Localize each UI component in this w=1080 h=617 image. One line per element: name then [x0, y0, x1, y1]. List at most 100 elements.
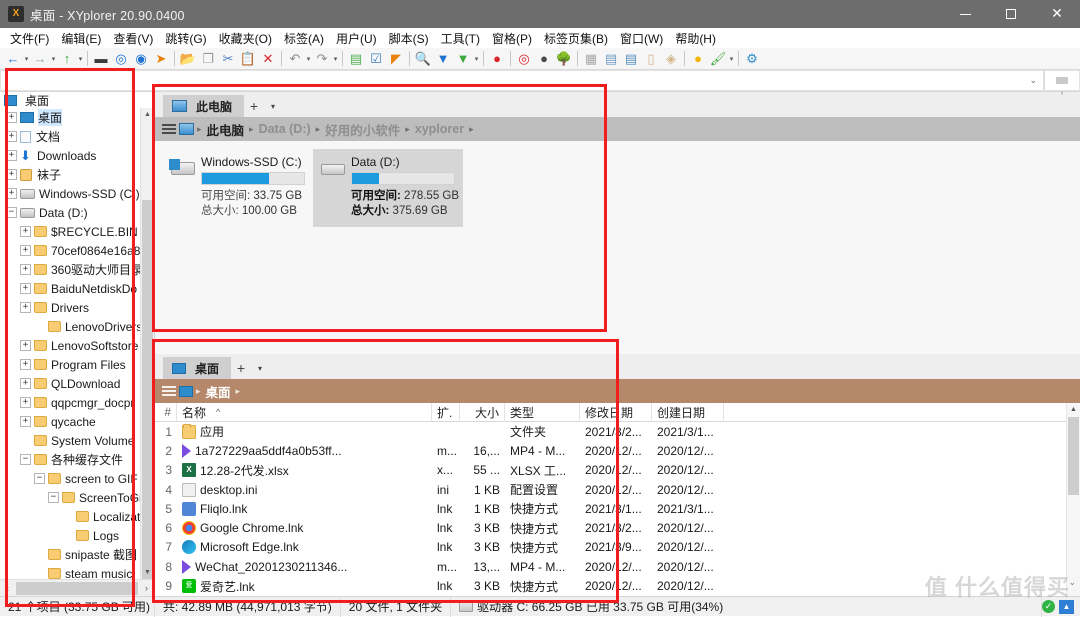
redo-icon[interactable]: ↷ [312, 49, 332, 69]
collapse-icon[interactable]: − [48, 492, 59, 503]
chevron-down-icon[interactable]: ⌄ [1029, 75, 1037, 86]
expand-icon[interactable]: + [6, 150, 17, 161]
tree-scroll-right-arrow[interactable]: › [139, 583, 154, 593]
expand-icon[interactable]: + [20, 416, 31, 427]
copy-icon[interactable]: ❐ [198, 49, 218, 69]
grid-view-icon[interactable]: ▦ [581, 49, 601, 69]
collapse-icon[interactable]: − [6, 207, 17, 218]
menu-tabsets[interactable]: 标签页集(B) [538, 28, 614, 49]
table-row[interactable]: 7Microsoft Edge.lnklnk3 KB快捷方式2021/3/9..… [155, 538, 1080, 557]
tree-item[interactable]: snipaste 截图 [0, 545, 154, 564]
highlight-icon[interactable]: ◤ [386, 49, 406, 69]
breadcrumb-item[interactable]: 桌面 [204, 382, 233, 401]
tree-hscroll-thumb[interactable] [16, 582, 138, 595]
menu-view[interactable]: 查看(V) [107, 28, 159, 49]
hamburger-icon[interactable] [162, 384, 176, 398]
filter-icon[interactable]: ▼ [433, 49, 453, 69]
table-row[interactable]: 9爱爱奇艺.lnklnk3 KB快捷方式2020/12/...2020/12/.… [155, 576, 1080, 595]
expand-icon[interactable]: + [20, 245, 31, 256]
tree-vertical-scrollbar[interactable]: ▲ ▼ [140, 108, 154, 579]
tree-scroll-left-arrow[interactable]: ‹ [0, 583, 15, 593]
breadcrumb-item[interactable]: 好用的小软件 [323, 120, 402, 139]
menu-panes[interactable]: 窗格(P) [486, 28, 538, 49]
maximize-button[interactable] [988, 0, 1034, 28]
expand-icon[interactable]: + [20, 302, 31, 313]
catalog-icon[interactable]: ◎ [514, 49, 534, 69]
tab-this-pc[interactable]: 此电脑 [163, 95, 244, 117]
menu-favorites[interactable]: 收藏夹(O) [213, 28, 278, 49]
up-dropdown-icon[interactable]: ▾ [77, 49, 84, 69]
new-folder-icon[interactable]: 📂 [178, 49, 198, 69]
breadcrumb-separator-icon[interactable]: ▸ [249, 124, 254, 135]
menu-help[interactable]: 帮助(H) [669, 28, 722, 49]
menu-user[interactable]: 用户(U) [330, 28, 383, 49]
brush-dropdown-icon[interactable]: ▾ [728, 49, 735, 69]
desktop-icon[interactable]: ▬ [91, 49, 111, 69]
tree-item[interactable]: +桌面 [0, 108, 154, 127]
column-header-ext[interactable]: 扩. [432, 403, 460, 422]
single-pane-icon[interactable]: ▯ [641, 49, 661, 69]
collapse-icon[interactable]: − [20, 454, 31, 465]
tree-scroll-thumb[interactable] [142, 200, 153, 596]
expand-icon[interactable]: + [20, 359, 31, 370]
column-header-modified[interactable]: 修改日期 [580, 403, 652, 422]
expand-icon[interactable]: + [6, 188, 17, 199]
go-icon[interactable]: ➤ [151, 49, 171, 69]
file-list-scroll-up-arrow[interactable]: ▲ [1067, 403, 1080, 416]
menu-go[interactable]: 跳转(G) [159, 28, 212, 49]
tree-icon[interactable]: 🌳 [554, 49, 574, 69]
menu-window[interactable]: 窗口(W) [614, 28, 669, 49]
drive-tile[interactable]: Windows-SSD (C:)可用空间: 33.75 GB总大小: 100.0… [163, 149, 313, 227]
column-header-name[interactable]: 名称^ [177, 403, 432, 422]
tab-menu-button[interactable]: ▾ [264, 95, 282, 117]
tree-item[interactable]: +$RECYCLE.BIN [0, 222, 154, 241]
expand-icon[interactable]: + [20, 340, 31, 351]
tree-scroll-up-arrow[interactable]: ▲ [141, 108, 154, 121]
table-row[interactable]: 8WeChat_20201230211346...m...13,...MP4 -… [155, 557, 1080, 576]
address-input[interactable]: ⌄ [0, 70, 1044, 91]
expand-icon[interactable]: + [20, 397, 31, 408]
back-icon[interactable]: ← [3, 49, 23, 69]
column-header-type[interactable]: 类型 [505, 403, 580, 422]
tree-item[interactable]: +Windows-SSD (C:) [0, 184, 154, 203]
tree-item[interactable]: +BaiduNetdiskDo [0, 279, 154, 298]
collapse-icon[interactable]: − [34, 473, 45, 484]
breadcrumb-separator-icon[interactable]: ▸ [316, 124, 321, 135]
breadcrumb-separator-icon[interactable]: ▸ [469, 124, 474, 135]
breadcrumb-item[interactable]: xyplorer [413, 122, 466, 136]
tab-desktop[interactable]: 桌面 [163, 357, 231, 379]
desktop-icon[interactable] [179, 386, 193, 397]
tree-item[interactable]: +qqpcmgr_docpr [0, 393, 154, 412]
brush-icon[interactable]: 🖌 [708, 49, 728, 69]
tree-item[interactable]: System Volume [0, 431, 154, 450]
forward-dropdown-icon[interactable]: ▾ [50, 49, 57, 69]
menu-tools[interactable]: 工具(T) [435, 28, 486, 49]
tag-icon[interactable]: ◈ [661, 49, 681, 69]
menu-scripting[interactable]: 脚本(S) [383, 28, 435, 49]
tree-item[interactable]: −ScreenToGif [0, 488, 154, 507]
search-icon[interactable]: 🔍 [413, 49, 433, 69]
expand-icon[interactable]: + [20, 226, 31, 237]
breadcrumb-separator-icon[interactable]: ▸ [405, 124, 410, 135]
table-row[interactable]: 1应用文件夹2021/3/2...2021/3/1... [155, 422, 1080, 441]
undo-icon[interactable]: ↶ [285, 49, 305, 69]
settings-icon[interactable]: ⚙ [742, 49, 762, 69]
file-list-scroll-thumb[interactable] [1068, 417, 1079, 495]
split-pane-icon[interactable]: ▤ [621, 49, 641, 69]
tree-item[interactable]: Logs [0, 526, 154, 545]
tree-item[interactable]: steam music [0, 564, 154, 579]
redo-dropdown-icon[interactable]: ▾ [332, 49, 339, 69]
expand-icon[interactable]: + [20, 378, 31, 389]
minimize-button[interactable] [942, 0, 988, 28]
tree-item[interactable]: +LenovoSoftstore [0, 336, 154, 355]
column-header-size[interactable]: 大小 [460, 403, 505, 422]
tree-item[interactable]: −screen to GIF [0, 469, 154, 488]
tab-menu-button[interactable]: ▾ [251, 357, 269, 379]
tree-item[interactable]: +Program Files [0, 355, 154, 374]
menu-tags[interactable]: 标签(A) [278, 28, 330, 49]
expand-icon[interactable]: + [6, 169, 17, 180]
hamburger-icon[interactable] [162, 122, 176, 136]
delete-icon[interactable]: ✕ [258, 49, 278, 69]
up-icon[interactable]: ↑ [57, 49, 77, 69]
menu-edit[interactable]: 编辑(E) [55, 28, 107, 49]
